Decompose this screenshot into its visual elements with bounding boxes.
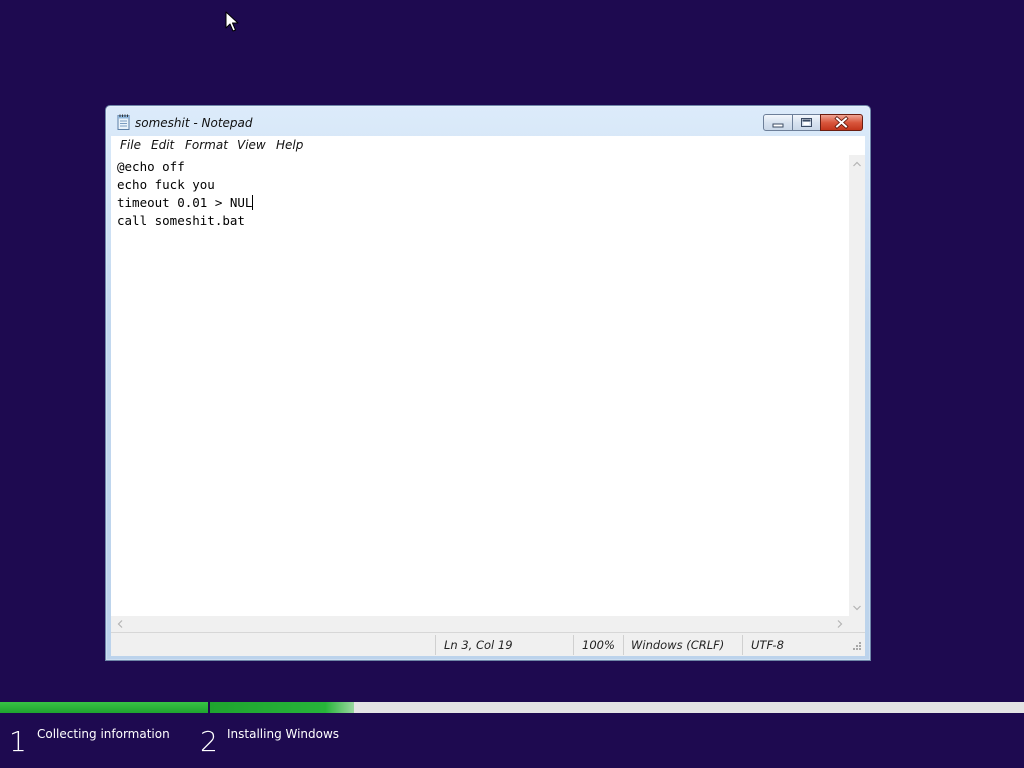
minimize-icon	[772, 123, 784, 128]
maximize-button[interactable]	[792, 114, 821, 131]
minimize-button[interactable]	[763, 114, 793, 131]
text-editor-area[interactable]: @echo off echo fuck you timeout 0.01 > N…	[111, 155, 849, 616]
menu-edit[interactable]: Edit	[151, 138, 174, 152]
zoom-status: 100%	[582, 638, 615, 652]
vertical-scrollbar[interactable]	[849, 155, 865, 616]
text-caret	[252, 195, 254, 210]
encoding-status: UTF-8	[751, 638, 784, 652]
progress-segment-collecting	[0, 702, 208, 713]
text-line: echo fuck you	[117, 177, 215, 192]
title-bar[interactable]: someshit - Notepad	[106, 106, 870, 136]
status-bar: Ln 3, Col 19 100% Windows (CRLF) UTF-8	[111, 632, 865, 656]
status-divider	[742, 635, 743, 655]
step-label-collecting-information: Collecting information	[37, 727, 170, 741]
status-divider	[573, 635, 574, 655]
progress-segment-installing	[210, 702, 354, 713]
mouse-pointer-icon	[225, 11, 239, 32]
scroll-up-icon[interactable]	[853, 161, 861, 167]
close-button[interactable]	[820, 114, 863, 131]
menu-help[interactable]: Help	[276, 138, 303, 152]
close-icon	[834, 115, 849, 130]
scroll-right-icon[interactable]	[837, 620, 843, 628]
menu-file[interactable]: File	[120, 138, 141, 152]
notepad-icon	[117, 114, 130, 130]
cursor-position-status: Ln 3, Col 19	[444, 638, 513, 652]
scroll-left-icon[interactable]	[117, 620, 123, 628]
status-divider	[435, 635, 436, 655]
text-line-content: timeout 0.01 > NUL	[117, 195, 253, 210]
status-divider	[623, 635, 624, 655]
scroll-down-icon[interactable]	[853, 605, 861, 611]
text-line: call someshit.bat	[117, 213, 245, 228]
notepad-window[interactable]: someshit - Notepad File Edit Format View…	[105, 105, 871, 661]
scrollbar-corner	[849, 616, 865, 632]
maximize-icon	[801, 118, 812, 127]
menu-bar: File Edit Format View Help	[111, 136, 865, 155]
text-line-with-caret: timeout 0.01 > NUL	[117, 194, 254, 212]
editor-text[interactable]: @echo off echo fuck you timeout 0.01 > N…	[117, 158, 254, 230]
horizontal-scrollbar[interactable]	[111, 616, 849, 632]
line-ending-status: Windows (CRLF)	[631, 638, 725, 652]
step-number: 1	[9, 725, 27, 758]
step-label-installing-windows: Installing Windows	[227, 727, 340, 741]
setup-screen: someshit - Notepad File Edit Format View…	[0, 0, 1024, 768]
resize-grip-icon[interactable]	[852, 641, 862, 651]
window-title: someshit - Notepad	[135, 116, 253, 130]
step-number: 2	[200, 725, 218, 758]
setup-progress-bar	[0, 702, 1024, 713]
menu-format[interactable]: Format	[185, 138, 228, 152]
menu-view[interactable]: View	[237, 138, 266, 152]
text-line: @echo off	[117, 159, 185, 174]
